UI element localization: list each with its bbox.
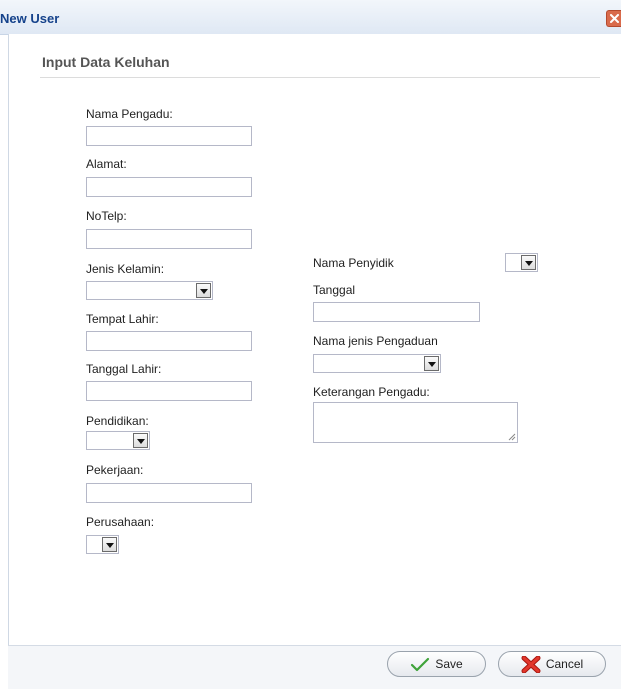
chevron-down-icon: [525, 261, 533, 266]
section-divider: [40, 77, 600, 78]
save-button[interactable]: Save: [387, 651, 486, 677]
perusahaan-label: Perusahaan:: [86, 515, 155, 529]
alamat-input[interactable]: [86, 177, 252, 197]
jenis-kelamin-dropdown-trigger[interactable]: [196, 283, 211, 298]
chevron-down-icon: [106, 543, 114, 548]
close-icon: [610, 14, 619, 23]
perusahaan-dropdown-trigger[interactable]: [102, 537, 117, 552]
keterangan-pengadu-label: Keterangan Pengadu:: [313, 385, 430, 399]
cancel-button[interactable]: Cancel: [498, 651, 606, 677]
alamat-label: Alamat:: [86, 157, 127, 171]
nama-penyidik-select[interactable]: [505, 253, 538, 272]
pendidikan-dropdown-trigger[interactable]: [133, 433, 148, 448]
checkmark-icon: [411, 657, 430, 671]
window-titlebar: New User: [0, 0, 621, 35]
keterangan-pengadu-textarea[interactable]: [313, 402, 518, 443]
nama-pengadu-input[interactable]: [86, 126, 252, 146]
tanggal-lahir-input[interactable]: [86, 381, 252, 401]
nama-penyidik-dropdown-trigger[interactable]: [521, 255, 536, 270]
nama-jenis-pengaduan-select[interactable]: [313, 354, 441, 373]
nama-penyidik-label: Nama Penyidik: [313, 256, 394, 270]
window-title: New User: [0, 11, 60, 26]
pekerjaan-label: Pekerjaan:: [86, 463, 144, 477]
jenis-kelamin-label: Jenis Kelamin:: [86, 262, 165, 276]
tempat-lahir-label: Tempat Lahir:: [86, 312, 159, 326]
perusahaan-select[interactable]: [86, 535, 119, 554]
pendidikan-label: Pendidikan:: [86, 414, 149, 428]
tanggal-label: Tanggal: [313, 283, 356, 297]
chevron-down-icon: [200, 289, 208, 294]
nama-jenis-pengaduan-label: Nama jenis Pengaduan: [313, 334, 438, 348]
pekerjaan-input[interactable]: [86, 483, 252, 503]
tanggal-input[interactable]: [313, 302, 480, 322]
notelp-label: NoTelp:: [86, 209, 127, 223]
jenis-kelamin-select[interactable]: [86, 281, 213, 300]
section-title: Input Data Keluhan: [42, 54, 170, 70]
resize-grip-icon[interactable]: [508, 433, 516, 441]
chevron-down-icon: [428, 362, 436, 367]
chevron-down-icon: [137, 439, 145, 444]
cancel-button-label: Cancel: [545, 657, 584, 671]
tempat-lahir-input[interactable]: [86, 331, 252, 351]
save-button-label: Save: [435, 657, 463, 671]
pendidikan-select[interactable]: [86, 431, 150, 450]
red-x-icon: [521, 655, 541, 673]
close-button[interactable]: [606, 10, 621, 27]
nama-jenis-pengaduan-dropdown-trigger[interactable]: [424, 356, 439, 371]
nama-pengadu-label: Nama Pengadu:: [86, 107, 173, 121]
notelp-input[interactable]: [86, 229, 252, 249]
tanggal-lahir-label: Tanggal Lahir:: [86, 362, 162, 376]
